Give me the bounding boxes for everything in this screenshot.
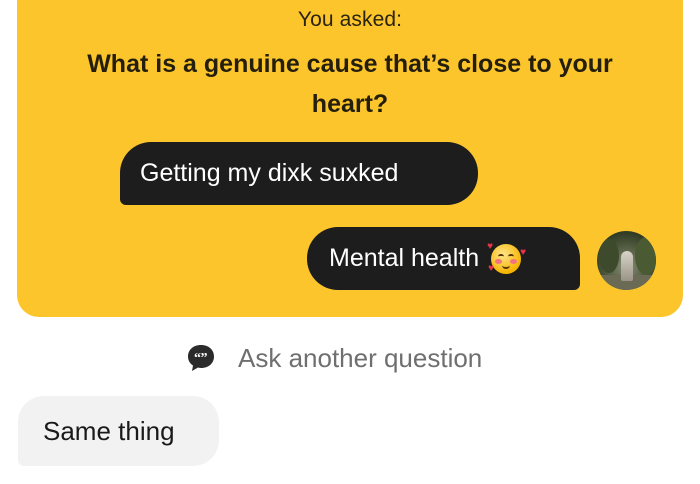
- svg-text:”: ”: [201, 351, 208, 366]
- message-bubble-left: Getting my dixk suxked: [120, 142, 478, 205]
- ask-another-question-label: Ask another question: [238, 342, 483, 373]
- smiling-face-with-hearts-icon: ♥ ♥ ♥: [487, 240, 527, 274]
- quote-bubble-icon: “ ”: [188, 345, 214, 371]
- ask-another-question-button[interactable]: “ ” Ask another question: [186, 338, 482, 378]
- reply-bubble: Same thing: [18, 396, 219, 466]
- message-bubble-right: Mental health ♥ ♥ ♥: [307, 227, 580, 290]
- message-text: Mental health: [329, 244, 480, 272]
- avatar[interactable]: [597, 231, 656, 290]
- reply-text: Same thing: [43, 415, 175, 446]
- asked-label: You asked:: [297, 8, 403, 31]
- prompt-question: What is a genuine cause that’s close to …: [87, 50, 613, 118]
- message-text: Getting my dixk suxked: [140, 159, 399, 187]
